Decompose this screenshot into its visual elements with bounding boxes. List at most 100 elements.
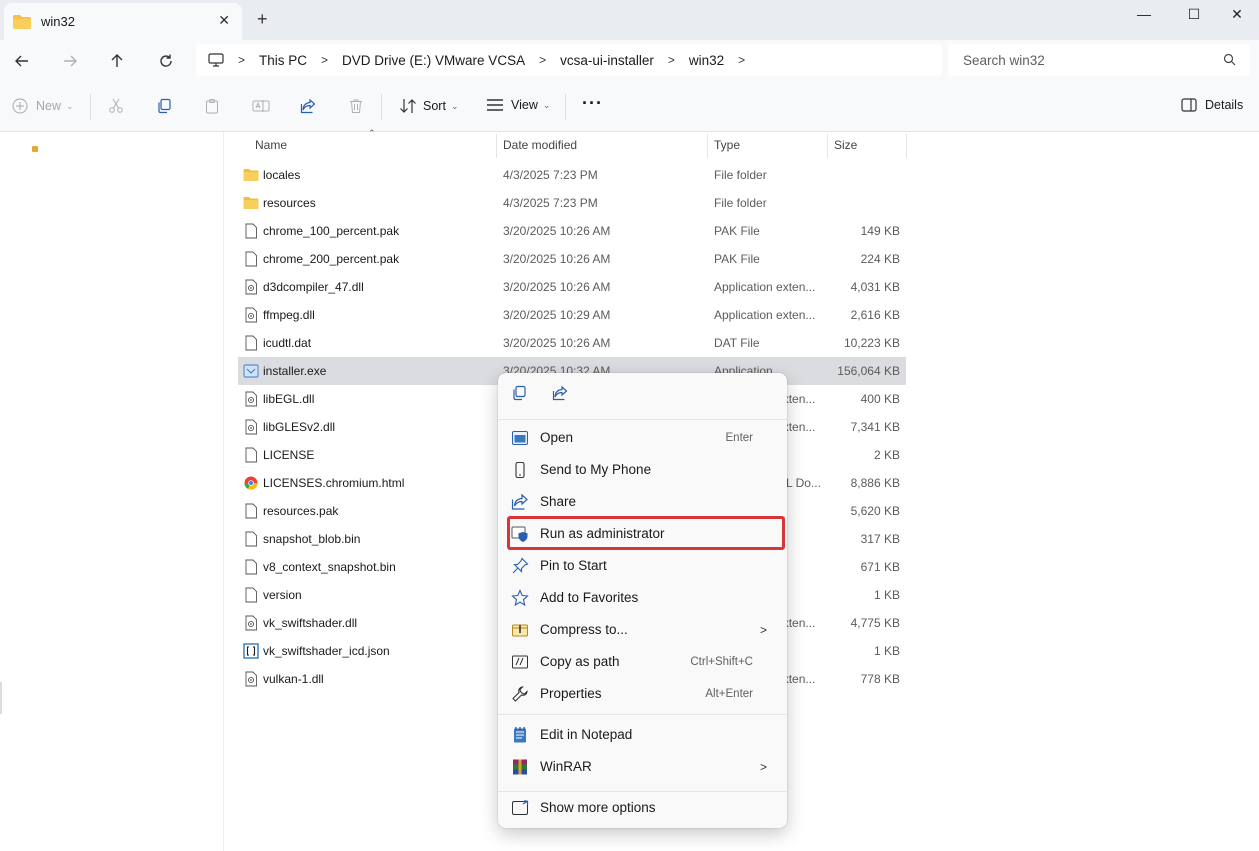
file-name: d3dcompiler_47.dll — [263, 280, 364, 294]
breadcrumb-dvd-drive[interactable]: DVD Drive (E:) VMware VCSA — [342, 53, 525, 68]
menu-item-compress-to[interactable]: Compress to... > — [504, 615, 781, 645]
delete-button[interactable] — [348, 98, 364, 114]
chevron-right-icon[interactable]: > — [738, 53, 745, 67]
file-type: PAK File — [714, 224, 760, 238]
address-bar[interactable]: > This PC > DVD Drive (E:) VMware VCSA >… — [196, 44, 942, 76]
chevron-right-icon[interactable]: > — [539, 53, 546, 67]
menu-item-show-more-options[interactable]: Show more options — [504, 793, 781, 823]
sort-button[interactable]: Sort ⌄ — [399, 98, 458, 114]
minimize-button[interactable]: — — [1121, 2, 1167, 26]
paste-button[interactable] — [204, 98, 220, 114]
more-button[interactable]: ··· — [582, 93, 603, 114]
column-date-modified[interactable]: Date modified — [503, 138, 577, 152]
file-row[interactable]: resources 4/3/2025 7:23 PM File folder — [238, 189, 906, 217]
menu-item-add-to-favorites[interactable]: Add to Favorites — [504, 583, 781, 613]
file-row[interactable]: icudtl.dat 3/20/2025 10:26 AM DAT File 10,2… — [238, 329, 906, 357]
monitor-icon — [208, 53, 224, 67]
divider — [90, 94, 91, 120]
forward-button[interactable] — [56, 48, 84, 74]
clipboard-icon — [206, 99, 218, 114]
close-window-button[interactable]: ✕ — [1214, 2, 1259, 26]
file-row[interactable]: chrome_200_percent.pak 3/20/2025 10:26 AM… — [238, 245, 906, 273]
view-button[interactable]: View ⌄ — [486, 98, 550, 112]
breadcrumb-win32[interactable]: win32 — [689, 53, 724, 68]
refresh-icon — [160, 54, 172, 67]
file-row[interactable]: locales 4/3/2025 7:23 PM File folder — [238, 161, 906, 189]
new-button[interactable]: New ⌄ — [12, 98, 74, 114]
file-icon — [243, 223, 259, 239]
menu-item-edit-in-notepad[interactable]: Edit in Notepad — [504, 720, 781, 750]
rename-button[interactable] — [252, 98, 270, 114]
file-icon — [243, 531, 259, 547]
breadcrumb-this-pc[interactable]: This PC — [259, 53, 307, 68]
column-divider[interactable] — [906, 134, 907, 158]
view-label: View — [511, 98, 538, 112]
details-button[interactable]: Details — [1181, 98, 1243, 112]
share-button[interactable] — [300, 98, 316, 114]
dll-icon — [243, 307, 259, 323]
chevron-right-icon[interactable]: > — [321, 53, 328, 67]
command-bar: New ⌄ Sort ⌄ View ⌄ ··· Details — [0, 82, 1259, 132]
chevron-right-icon: > — [238, 53, 246, 67]
file-date: 4/3/2025 7:23 PM — [503, 168, 598, 182]
menu-item-properties[interactable]: Properties Alt+Enter — [504, 679, 781, 709]
star-icon — [511, 589, 529, 607]
refresh-button[interactable] — [152, 48, 180, 74]
new-tab-button[interactable]: + — [257, 9, 268, 30]
file-size: 8,886 KB — [850, 476, 900, 490]
file-row[interactable]: ffmpeg.dll 3/20/2025 10:29 AM Application … — [238, 301, 906, 329]
notepad-icon — [511, 726, 529, 744]
dll-icon — [243, 615, 259, 631]
maximize-button[interactable]: ☐ — [1171, 2, 1217, 26]
file-row[interactable]: d3dcompiler_47.dll 3/20/2025 10:26 AM Appl… — [238, 273, 906, 301]
up-button[interactable] — [103, 48, 131, 74]
file-name: locales — [263, 168, 301, 182]
menu-item-label: Open — [540, 430, 574, 445]
copy-button[interactable] — [156, 98, 172, 114]
column-divider[interactable] — [707, 134, 708, 158]
column-size[interactable]: Size — [834, 138, 857, 152]
menu-item-winrar[interactable]: WinRAR > — [504, 752, 781, 782]
file-name: version — [263, 588, 302, 602]
chevron-down-icon: ⌄ — [66, 100, 74, 111]
navigation-pane[interactable] — [0, 132, 224, 851]
column-type[interactable]: Type — [714, 138, 740, 152]
menu-item-label: Properties — [540, 686, 602, 701]
menu-item-shortcut: Ctrl+Shift+C — [690, 656, 753, 668]
file-name: icudtl.dat — [263, 336, 312, 350]
file-row[interactable]: chrome_100_percent.pak 3/20/2025 10:26 AM… — [238, 217, 906, 245]
chevron-down-icon: ⌄ — [542, 99, 551, 110]
search-input[interactable]: Search win32 — [948, 44, 1250, 76]
winrar-icon — [511, 758, 529, 776]
chevron-right-icon[interactable]: > — [668, 53, 675, 67]
arrow-up-icon — [111, 54, 123, 67]
column-divider[interactable] — [827, 134, 828, 158]
menu-item-share[interactable]: Share — [504, 487, 781, 517]
context-copy-button[interactable] — [511, 385, 531, 405]
scissors-icon — [109, 98, 123, 113]
context-share-button[interactable] — [552, 385, 572, 405]
column-divider[interactable] — [496, 134, 497, 158]
back-button[interactable] — [8, 48, 36, 74]
file-icon — [243, 335, 259, 351]
cut-button[interactable] — [108, 98, 124, 114]
menu-item-label: Edit in Notepad — [540, 727, 633, 742]
file-name: libGLESv2.dll — [263, 420, 336, 434]
file-name: resources.pak — [263, 504, 339, 518]
folder-icon — [13, 14, 31, 29]
folder-icon — [243, 195, 259, 211]
column-name[interactable]: Name — [255, 138, 287, 152]
pane-resize-handle[interactable] — [0, 682, 2, 714]
menu-item-open[interactable]: Open Enter — [504, 423, 781, 453]
close-tab-icon[interactable]: ✕ — [218, 12, 230, 29]
menu-item-send-to-my-phone[interactable]: Send to My Phone — [504, 455, 781, 485]
menu-item-copy-as-path[interactable]: Copy as path Ctrl+Shift+C — [504, 647, 781, 677]
menu-item-pin-to-start[interactable]: Pin to Start — [504, 551, 781, 581]
file-name: ffmpeg.dll — [263, 308, 315, 322]
breadcrumb-vcsa-ui-installer[interactable]: vcsa-ui-installer — [560, 53, 654, 68]
file-type: File folder — [714, 168, 767, 182]
tab-win32[interactable]: win32 ✕ — [4, 3, 242, 40]
share-icon — [300, 98, 316, 114]
new-label: New — [36, 99, 62, 113]
dll-icon — [243, 391, 259, 407]
